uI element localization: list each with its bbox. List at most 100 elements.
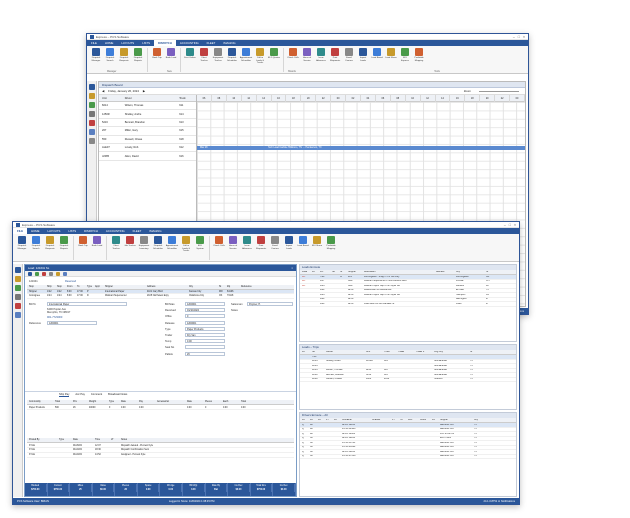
column-header[interactable]: Notes bbox=[119, 439, 259, 441]
ribbon-button[interactable]: Book Trip bbox=[77, 236, 89, 248]
field-input[interactable]: 1200001 bbox=[185, 320, 225, 325]
column-header[interactable]: From bbox=[65, 286, 75, 288]
ribbon-button[interactable]: Dispatch Scheduler bbox=[226, 48, 238, 62]
ribbon-button[interactable]: ELD Quotas bbox=[268, 48, 280, 60]
column-header[interactable]: Rate bbox=[185, 401, 203, 403]
field-input[interactable]: 0 bbox=[185, 314, 225, 319]
zoom-slider[interactable] bbox=[479, 90, 519, 92]
column-header[interactable]: Trailer bbox=[396, 351, 414, 353]
column-header[interactable]: Type bbox=[85, 286, 93, 288]
bill-to-field[interactable]: International Paper bbox=[47, 302, 127, 306]
prev-day-button[interactable]: ◀ bbox=[102, 89, 104, 93]
ribbon-button[interactable]: EDI Express bbox=[399, 48, 411, 62]
driver-row[interactable]: 8214 Wilson, Thomas 611 bbox=[99, 102, 196, 111]
ribbon-button[interactable]: Check Calls bbox=[287, 48, 299, 60]
ribbon-button[interactable]: Issue Advances bbox=[315, 48, 327, 62]
column-header[interactable]: Appt bbox=[93, 286, 103, 288]
menu-item[interactable]: FILE bbox=[13, 228, 28, 234]
chart-icon[interactable] bbox=[14, 312, 21, 318]
menu-item[interactable]: ACCOUNTING bbox=[176, 40, 203, 46]
menu-item[interactable]: HOME bbox=[101, 40, 117, 46]
ribbon-button[interactable]: Print Shipments bbox=[329, 48, 341, 62]
column-header[interactable]: Type bbox=[107, 401, 119, 403]
ribbon-button[interactable]: Load Board bbox=[297, 236, 309, 248]
ribbon-button[interactable]: Load Share bbox=[385, 48, 397, 60]
ribbon-button[interactable]: Fast Orders bbox=[184, 48, 196, 60]
add-icon[interactable] bbox=[35, 271, 39, 276]
section-tab[interactable]: Acc Pay bbox=[75, 393, 85, 397]
field-input[interactable]: Paper Products bbox=[185, 326, 225, 331]
panel-row[interactable]: 8/22 BPID Joliet Bulk Co 220 Danielle St Jo… bbox=[300, 302, 516, 307]
load-status[interactable]: Reserved bbox=[65, 280, 76, 283]
menu-item[interactable]: LAYOUTS bbox=[117, 40, 138, 46]
column-header[interactable]: Rate bbox=[119, 401, 137, 403]
column-header[interactable]: City bbox=[454, 271, 484, 273]
pay-row[interactable]: KYLE 01/22/22 14:52 Assigned - Purcest Kyle bbox=[27, 453, 294, 458]
ribbon-button[interactable]: Issue Advances bbox=[241, 236, 253, 250]
ribbon-button[interactable]: Load Board bbox=[371, 48, 383, 60]
next-day-button[interactable]: ▶ bbox=[143, 89, 145, 93]
save-icon[interactable] bbox=[28, 271, 32, 276]
column-header[interactable]: Address bbox=[434, 271, 454, 273]
ribbon-button[interactable]: Profitable Mapping bbox=[413, 48, 425, 62]
column-header[interactable]: Total bbox=[239, 401, 257, 403]
column-header[interactable]: To bbox=[75, 286, 85, 288]
column-header[interactable]: Load bbox=[300, 271, 310, 273]
column-header[interactable]: St bbox=[217, 286, 225, 288]
column-header[interactable]: FU bbox=[430, 419, 438, 421]
ribbon-button[interactable]: EDI Share bbox=[311, 236, 323, 248]
driver-row[interactable]: 1250R Shelley, Andre 614 bbox=[99, 110, 196, 119]
salesman-field[interactable]: Poytner, H. bbox=[247, 302, 293, 306]
driver-row[interactable]: 550 Russell, Chase 618 bbox=[99, 136, 196, 144]
column-header[interactable]: LT bbox=[109, 439, 119, 441]
section-tab[interactable]: Ship Pay bbox=[59, 393, 70, 397]
print-icon[interactable] bbox=[49, 271, 53, 276]
panel-row[interactable]: Q UL PCSU 27019 Barbours Cut TX bbox=[300, 455, 516, 459]
field-input[interactable]: 01/10/2024 bbox=[185, 308, 225, 313]
ribbon-button[interactable]: Import Loads bbox=[283, 236, 295, 250]
column-header[interactable]: Type bbox=[57, 439, 71, 441]
column-header[interactable]: Date bbox=[71, 439, 93, 441]
column-header[interactable]: Commodity bbox=[27, 401, 53, 403]
board-date[interactable]: Friday, January 26, 2024 bbox=[108, 89, 139, 93]
column-header[interactable]: Carrier bbox=[324, 351, 364, 353]
ribbon-button[interactable]: Dispatch Search bbox=[104, 48, 116, 62]
column-header[interactable]: Destination bbox=[362, 271, 434, 273]
column-header[interactable]: Unit bbox=[364, 351, 382, 353]
menu-item[interactable]: DISPATCH bbox=[80, 228, 102, 234]
minimize-button[interactable]: – bbox=[513, 35, 515, 39]
column-header[interactable]: LFD bbox=[406, 419, 418, 421]
column-header[interactable]: Chassis bbox=[370, 419, 390, 421]
ribbon-button[interactable]: Dispatch Manager bbox=[90, 48, 102, 62]
column-header[interactable]: Each bbox=[221, 401, 239, 403]
column-header[interactable]: Pct bbox=[318, 271, 330, 273]
column-header[interactable]: Time bbox=[93, 439, 109, 441]
column-header[interactable]: Shipper bbox=[346, 271, 362, 273]
dispatch-icon[interactable] bbox=[88, 84, 95, 90]
column-header[interactable]: Ld bbox=[300, 419, 308, 421]
column-header[interactable]: Reference bbox=[239, 286, 279, 288]
menu-item[interactable]: ACCOUNTING bbox=[102, 228, 129, 234]
column-header[interactable]: Pieces bbox=[203, 401, 221, 403]
column-header[interactable]: St bbox=[338, 271, 346, 273]
ribbon-button[interactable]: Dispatch Requests bbox=[118, 48, 130, 62]
ribbon-button[interactable]: Appointment Scheduler bbox=[240, 48, 252, 62]
field-input[interactable]: 1200001 bbox=[185, 302, 225, 306]
column-header[interactable]: FT bbox=[324, 419, 332, 421]
column-header[interactable]: Driver bbox=[125, 97, 179, 100]
chart-icon[interactable] bbox=[88, 129, 95, 135]
column-header[interactable]: Zip bbox=[225, 286, 239, 288]
column-header[interactable]: Hz bbox=[398, 419, 406, 421]
close-button[interactable]: × bbox=[523, 35, 525, 39]
ribbon-button[interactable]: Print Shipments bbox=[255, 236, 267, 250]
column-header[interactable]: St bbox=[484, 271, 492, 273]
column-header[interactable]: Cutoff bbox=[418, 419, 430, 421]
folder-icon[interactable] bbox=[88, 93, 95, 99]
ribbon-button[interactable]: Fleet Tracker bbox=[198, 48, 210, 62]
close-icon[interactable]: × bbox=[291, 265, 296, 271]
column-header[interactable]: Shipper bbox=[438, 419, 472, 421]
column-header[interactable]: Sd bbox=[310, 351, 324, 353]
ribbon-button[interactable]: Dispatch Requests bbox=[44, 236, 56, 250]
ribbon-button[interactable]: Call-in Loads & Trucks bbox=[180, 236, 192, 253]
column-header[interactable]: Stop bbox=[55, 286, 65, 288]
